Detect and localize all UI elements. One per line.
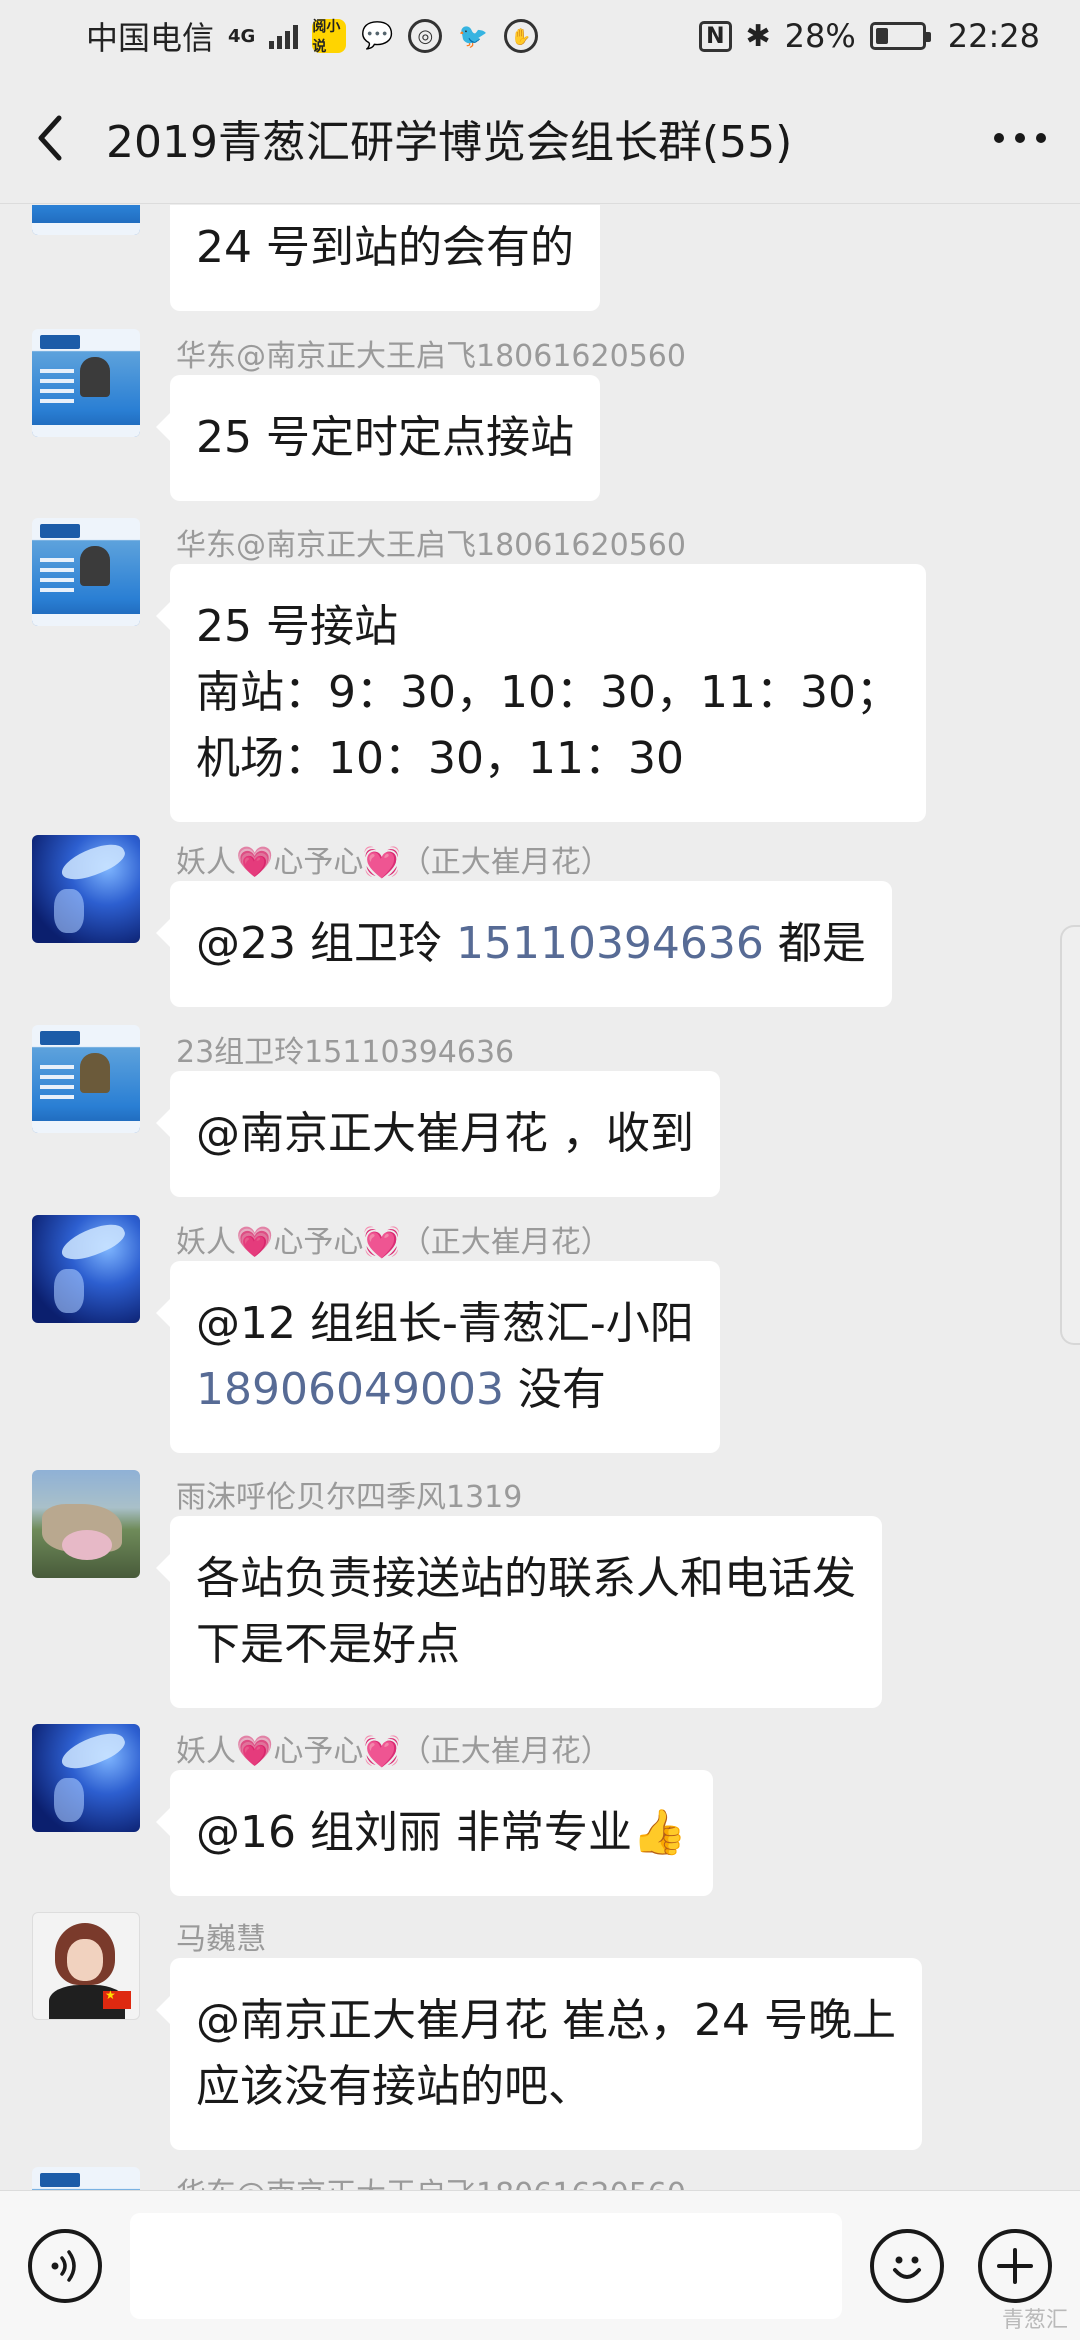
plus-icon <box>997 2248 1033 2284</box>
message-text: 应该没有接站的吧、 <box>196 2061 592 2112</box>
voice-icon <box>51 2250 76 2282</box>
sender-name: 华东@南京正大王启飞18061620560 <box>176 2169 686 2190</box>
chat-header: 2019青葱汇研学博览会组长群(55) <box>0 72 1080 204</box>
message-bubble[interactable]: 25 号接站 南站：9：30，10：30，11：30； 机场：10：30，11：… <box>156 564 926 822</box>
more-button[interactable] <box>960 72 1080 204</box>
sender-name: 妖人💗心予心💓（正大崔月花） <box>176 845 611 880</box>
sender-name: 23组卫玲15110394636 <box>176 1035 515 1070</box>
message-text: 25 号接站 <box>196 601 398 652</box>
shield-app-icon: ✋ <box>504 19 539 53</box>
sender-name: 华东@南京正大王启飞18061620560 <box>176 528 686 563</box>
emoji-icon <box>893 2256 921 2279</box>
status-bar: 中国电信 4G 阅小说 💬 ◎ 🐦 ✋ N ✱ 28% 22:28 <box>0 0 1080 72</box>
scroll-indicator[interactable] <box>1060 925 1080 1345</box>
battery-percent: 28% <box>784 17 856 55</box>
message-text-part: @23 组卫玲 <box>196 918 456 969</box>
message-text: 南站：9：30，10：30，11：30； <box>196 667 900 718</box>
message-item: 华东@南京正大王启飞18061620560 <box>0 2167 1080 2190</box>
carrier-label: 中国电信 <box>86 19 215 57</box>
emoji-button[interactable] <box>870 2229 944 2303</box>
avatar[interactable] <box>32 205 140 235</box>
message-bubble[interactable]: @12 组组长-青葱汇-小阳 18906049003 没有 <box>156 1261 720 1453</box>
input-bar: 青葱汇 <box>0 2190 1080 2340</box>
message-bubble[interactable]: 24 号到站的会有的 <box>170 205 600 311</box>
sender-name: 华东@南京正大王启飞18061620560 <box>176 339 686 374</box>
sender-name: 妖人💗心予心💓（正大崔月花） <box>176 1225 611 1260</box>
back-button[interactable] <box>0 72 100 204</box>
avatar[interactable] <box>32 1470 140 1578</box>
message-item: 华东@南京正大王启飞18061620560 25 号定时定点接站 <box>0 329 1080 501</box>
message-text: 18906049003 没有 <box>196 1357 694 1423</box>
more-dots-icon <box>994 132 1046 143</box>
message-text: 24 号到站的会有的 <box>196 222 574 273</box>
sender-name: 马巍慧 <box>176 1922 266 1957</box>
message-text: @南京正大崔月花 崔总，24 号晚上 <box>196 1995 896 2046</box>
avatar[interactable] <box>32 329 140 437</box>
nfc-icon: N <box>699 20 732 52</box>
message-text: @23 组卫玲 15110394636 都是 <box>196 911 866 977</box>
phone-link[interactable]: 18906049003 <box>196 1364 504 1415</box>
network-label: 4G <box>228 25 256 47</box>
message-list[interactable]: 24 号到站的会有的 华东@南京正大王启飞18061620560 25 号定时定… <box>0 205 1080 2190</box>
avatar[interactable] <box>32 1724 140 1832</box>
message-text: @16 组刘丽 非常专业👍 <box>196 1807 687 1858</box>
add-button[interactable] <box>978 2229 1052 2303</box>
avatar[interactable] <box>32 1025 140 1133</box>
battery-icon <box>869 22 931 50</box>
sender-name: 雨沫呼伦贝尔四季风1319 <box>176 1480 523 1515</box>
ring-app-icon: ◎ <box>408 19 443 53</box>
phone-link[interactable]: 15110394636 <box>456 918 764 969</box>
clock: 22:28 <box>947 17 1040 55</box>
message-bubble[interactable]: 25 号定时定点接站 <box>156 375 600 501</box>
novel-app-icon: 阅小说 <box>312 19 347 55</box>
message-item: 24 号到站的会有的 <box>0 205 1080 313</box>
avatar[interactable] <box>32 518 140 626</box>
message-input[interactable] <box>130 2213 842 2319</box>
message-bubble[interactable]: @南京正大崔月花 ，收到 <box>156 1071 720 1197</box>
message-text: 机场：10：30，11：30 <box>196 733 684 784</box>
wechat-icon: 💬 <box>361 21 394 51</box>
sender-name: 妖人💗心予心💓（正大崔月花） <box>176 1734 611 1769</box>
status-right: N ✱ 28% 22:28 <box>699 17 1040 55</box>
avatar[interactable] <box>32 1215 140 1323</box>
message-text-part: 没有 <box>503 1364 606 1415</box>
avatar[interactable] <box>32 2167 140 2190</box>
chevron-left-icon <box>38 115 62 160</box>
chat-title: 2019青葱汇研学博览会组长群(55) <box>106 116 793 168</box>
message-bubble[interactable]: @南京正大崔月花 崔总，24 号晚上 应该没有接站的吧、 <box>156 1958 922 2150</box>
voice-button[interactable] <box>28 2229 102 2303</box>
bird-app-icon: 🐦 <box>458 22 489 50</box>
bluetooth-icon: ✱ <box>745 18 771 54</box>
message-text: 各站负责接送站的联系人和电话发 <box>196 1553 856 1604</box>
message-text: 25 号定时定点接站 <box>196 412 574 463</box>
status-left: 中国电信 4G 阅小说 💬 ◎ 🐦 ✋ <box>86 13 539 59</box>
avatar[interactable] <box>32 1912 140 2020</box>
message-bubble[interactable]: 各站负责接送站的联系人和电话发 下是不是好点 <box>156 1516 882 1708</box>
message-text: @南京正大崔月花 ，收到 <box>196 1108 694 1159</box>
message-text: 下是不是好点 <box>196 1619 460 1670</box>
message-text: @12 组组长-青葱汇-小阳 <box>196 1298 694 1349</box>
message-text-part: 都是 <box>763 918 866 969</box>
message-item: 23组卫玲15110394636 @南京正大崔月花 ，收到 <box>0 1025 1080 1197</box>
watermark: 青葱汇 <box>1001 2308 1068 2333</box>
signal-icon <box>269 23 299 49</box>
avatar[interactable] <box>32 835 140 943</box>
message-bubble[interactable]: @23 组卫玲 15110394636 都是 <box>156 881 892 1007</box>
message-item: 华东@南京正大王启飞18061620560 25 号接站 南站：9：30，10：… <box>0 518 1080 822</box>
message-bubble[interactable]: @16 组刘丽 非常专业👍 <box>156 1770 713 1896</box>
